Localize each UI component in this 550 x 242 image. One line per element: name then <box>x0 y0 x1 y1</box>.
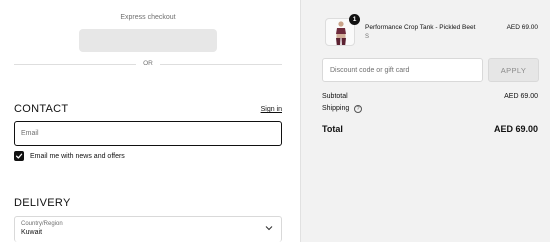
email-placeholder: Email <box>21 130 39 137</box>
country-label: Country/Region <box>21 221 63 227</box>
product-variant: S <box>365 34 370 40</box>
express-checkout-label: Express checkout <box>120 14 176 21</box>
newsletter-checkbox[interactable] <box>14 151 24 161</box>
delivery-title: DELIVERY <box>14 197 71 209</box>
discount-placeholder: Discount code or gift card <box>330 66 410 74</box>
country-value: Kuwait <box>21 229 43 236</box>
contact-title: CONTACT <box>14 103 69 115</box>
sign-in-link[interactable]: Sign in <box>261 106 282 113</box>
main-column: Express checkout OR CONTACT Sign in Emai… <box>0 0 300 242</box>
subtotal-label: Subtotal <box>322 93 348 100</box>
total-label: Total <box>322 124 343 134</box>
product-name: Performance Crop Tank - Pickled Beet <box>365 24 476 31</box>
info-icon[interactable]: ? <box>354 105 362 113</box>
quantity-badge: 1 <box>349 14 360 25</box>
shipping-label: Shipping <box>322 105 350 112</box>
email-field[interactable]: Email <box>14 121 282 146</box>
chevron-down-icon <box>265 226 273 231</box>
express-checkout-button[interactable] <box>79 29 217 52</box>
newsletter-label: Email me with news and offers <box>30 152 125 160</box>
subtotal-value: AED 69.00 <box>504 93 538 100</box>
checkmark-icon <box>15 153 23 159</box>
discount-code-field[interactable]: Discount code or gift card <box>322 58 483 82</box>
or-label: OR <box>136 60 160 67</box>
total-value: AED 69.00 <box>493 124 538 134</box>
newsletter-option[interactable]: Email me with news and offers <box>14 151 125 161</box>
product-price: AED 69.00 <box>506 24 538 31</box>
country-select[interactable]: Country/Region Kuwait <box>14 216 282 242</box>
apply-button[interactable]: APPLY <box>488 58 539 82</box>
